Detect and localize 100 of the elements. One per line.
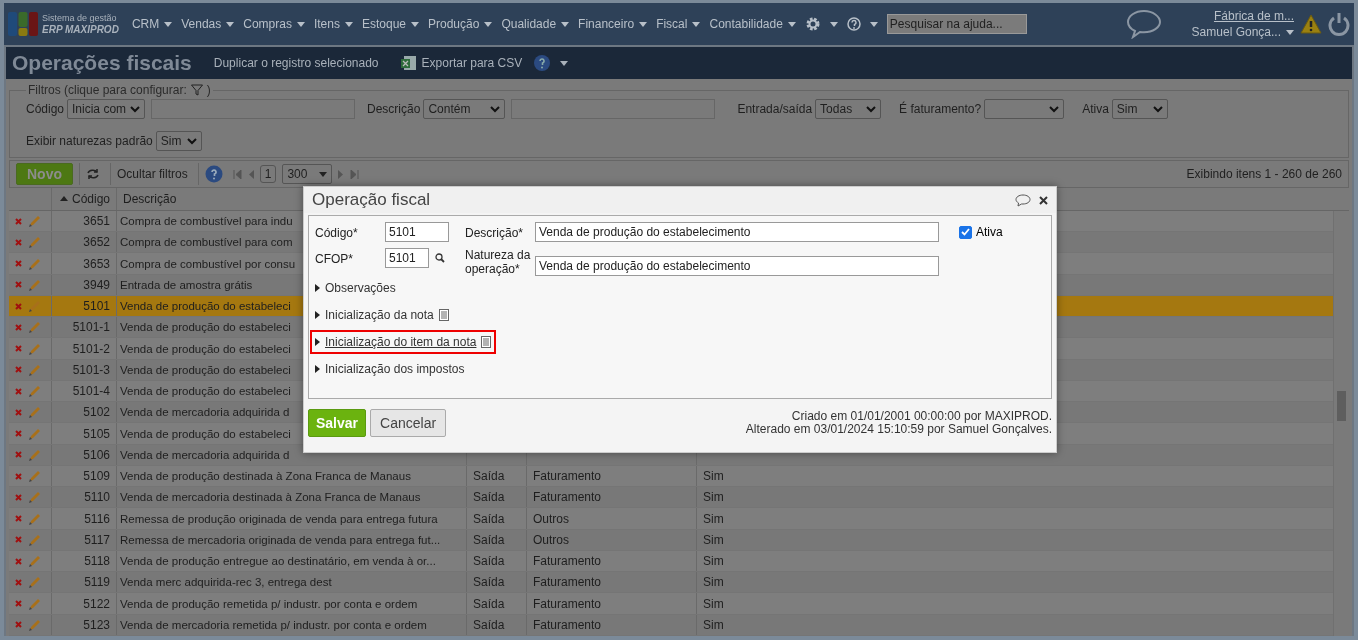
pencil-icon[interactable] — [28, 490, 42, 505]
menu-item[interactable]: Itens — [313, 17, 353, 31]
duplicate-link[interactable]: Duplicar o registro selecionado — [213, 56, 379, 70]
delete-icon[interactable] — [15, 451, 22, 459]
company-link[interactable]: Fábrica de m... — [1213, 8, 1294, 24]
delete-icon[interactable] — [15, 408, 22, 416]
last-page-icon[interactable] — [350, 169, 360, 179]
pencil-icon[interactable] — [28, 617, 42, 632]
settings-icon[interactable] — [804, 16, 821, 32]
chevron-icon — [1152, 105, 1163, 113]
menu-item[interactable]: Qualidade — [501, 17, 570, 31]
pencil-icon[interactable] — [28, 532, 42, 547]
pencil-icon[interactable] — [28, 341, 42, 356]
code-cell: 5119 — [84, 575, 110, 590]
delete-icon[interactable] — [15, 217, 22, 225]
section-toggle[interactable]: Inicialização dos impostos — [312, 359, 468, 379]
help-icon[interactable] — [846, 17, 861, 31]
cancel-button[interactable]: Cancelar — [370, 409, 447, 437]
next-page-icon[interactable] — [338, 169, 345, 179]
pencil-icon[interactable] — [28, 362, 42, 377]
delete-icon[interactable] — [15, 238, 22, 246]
export-link[interactable]: Exportar para CSV — [400, 55, 523, 71]
pencil-icon[interactable] — [28, 235, 42, 250]
delete-icon[interactable] — [15, 621, 22, 629]
code-cell: 3651 — [83, 214, 110, 229]
pencil-icon[interactable] — [28, 214, 42, 229]
pencil-icon[interactable] — [28, 554, 42, 569]
delete-icon[interactable] — [15, 366, 22, 374]
delete-icon[interactable] — [15, 472, 22, 480]
nature-field[interactable]: Venda de produção do estabelecimento — [535, 256, 939, 276]
menu-item[interactable]: Vendas — [181, 17, 235, 31]
menu-item[interactable]: Compras — [243, 17, 305, 31]
hide-filters-button[interactable]: Ocultar filtros — [110, 163, 192, 185]
filter-select[interactable]: Inicia com — [67, 99, 146, 119]
section-toggle[interactable]: Inicialização do item da nota — [312, 332, 495, 352]
pencil-icon[interactable] — [28, 511, 42, 526]
expand-icon — [315, 284, 320, 292]
filter-icon[interactable] — [190, 84, 203, 96]
filter-select[interactable]: Contém — [423, 99, 506, 119]
pencil-icon[interactable] — [28, 405, 42, 420]
help-search-field[interactable]: Pesquisar na ajuda... — [886, 14, 1027, 34]
filter-select[interactable]: Sim — [155, 131, 202, 151]
section-toggle[interactable]: Inicialização da nota — [312, 305, 452, 325]
pencil-icon[interactable] — [28, 447, 42, 462]
pencil-icon[interactable] — [28, 299, 42, 314]
pencil-icon[interactable] — [28, 384, 42, 399]
first-page-icon[interactable] — [232, 169, 242, 179]
caret-icon — [1286, 29, 1294, 35]
pencil-icon[interactable] — [28, 596, 42, 611]
menu-item[interactable]: Fiscal — [656, 17, 701, 31]
pencil-icon[interactable] — [28, 277, 42, 292]
page-size-select[interactable]: 300 — [282, 164, 333, 184]
search-icon[interactable] — [435, 253, 445, 263]
delete-icon[interactable] — [15, 578, 22, 586]
menu-item[interactable]: Produção — [428, 17, 493, 31]
description-cell: Venda de produção do estabeleci — [120, 321, 291, 334]
warning-icon[interactable] — [1300, 14, 1322, 34]
delete-icon[interactable] — [15, 260, 22, 268]
delete-icon[interactable] — [15, 387, 22, 395]
menu-item[interactable]: Contabilidade — [709, 17, 796, 31]
power-icon[interactable] — [1328, 12, 1350, 36]
cfop-field[interactable]: 5101 — [385, 248, 429, 268]
active-checkbox[interactable] — [959, 225, 972, 239]
filter-select[interactable]: Todas — [815, 99, 882, 119]
description-cell: Venda de mercadoria adquirida d — [120, 448, 290, 461]
pencil-icon[interactable] — [28, 256, 42, 271]
delete-icon[interactable] — [15, 600, 22, 608]
delete-icon[interactable] — [15, 557, 22, 565]
delete-icon[interactable] — [15, 345, 22, 353]
code-field[interactable]: 5101 — [385, 222, 449, 242]
menu-item[interactable]: CRM — [131, 17, 173, 31]
caret-icon[interactable] — [560, 60, 569, 66]
previous-page-icon[interactable] — [247, 169, 254, 179]
delete-icon[interactable] — [15, 430, 22, 438]
scrollbar[interactable] — [1333, 211, 1349, 636]
filters-legend[interactable]: Filtros (clique para configurar: — [28, 83, 187, 97]
close-icon[interactable] — [1039, 195, 1048, 205]
delete-icon[interactable] — [15, 302, 22, 310]
pencil-icon[interactable] — [28, 320, 42, 335]
description-field[interactable]: Venda de produção do estabelecimento — [535, 222, 939, 242]
page-number[interactable]: 1 — [259, 165, 277, 183]
column-header[interactable]: Código — [51, 188, 116, 210]
delete-icon[interactable] — [15, 515, 22, 523]
delete-icon[interactable] — [15, 493, 22, 501]
menu-item[interactable]: Financeiro — [578, 17, 648, 31]
filter-select[interactable]: Sim — [1111, 99, 1168, 119]
nature-label: Natureza da operação* — [465, 248, 532, 276]
delete-icon[interactable] — [15, 281, 22, 289]
pencil-icon[interactable] — [28, 575, 42, 590]
pencil-icon[interactable] — [28, 426, 42, 441]
user-menu[interactable]: Samuel Gonça... — [1191, 24, 1294, 40]
delete-icon[interactable] — [15, 536, 22, 544]
section-toggle[interactable]: Observações — [312, 278, 399, 298]
help-icon[interactable] — [534, 55, 551, 71]
pencil-icon[interactable] — [28, 469, 42, 484]
delete-icon[interactable] — [15, 323, 22, 331]
menu-item[interactable]: Estoque — [361, 17, 419, 31]
filter-select[interactable] — [984, 99, 1065, 119]
comment-icon[interactable] — [1015, 193, 1031, 207]
chat-icon[interactable] — [1125, 9, 1162, 39]
